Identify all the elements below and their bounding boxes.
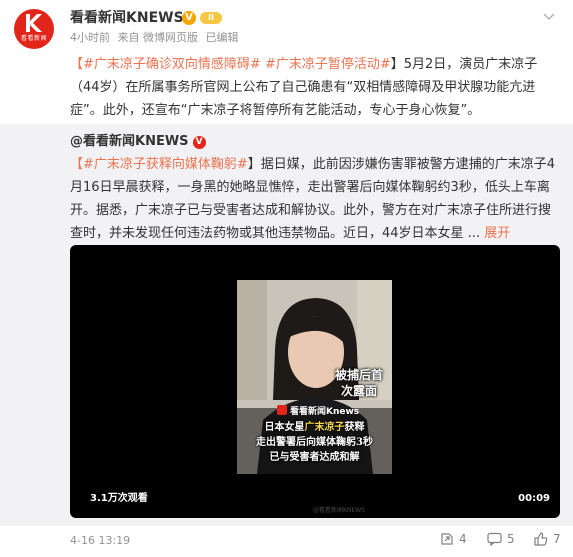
repost-author-name[interactable]: @看看新闻KNEWS (70, 134, 189, 149)
post-footer: 4-16 13:19 4 5 7 (0, 527, 573, 557)
knews-logo-icon (277, 405, 287, 415)
chevron-down-icon[interactable] (543, 11, 555, 24)
comment-button[interactable]: 5 (487, 532, 515, 547)
repost-author[interactable]: @看看新闻KNEWS V (70, 132, 206, 152)
avatar-label: 看看新闻 (20, 35, 47, 42)
footer-time[interactable]: 4-16 13:19 (70, 534, 130, 547)
video-duration: 00:09 (518, 493, 550, 504)
edited-label[interactable]: 已编辑 (206, 31, 239, 44)
hashtag-link[interactable]: 【#广末凉子确诊双向情感障碍# (70, 57, 261, 72)
subtitle-part: 获释 (344, 422, 365, 433)
repost-body: 【#广末凉子获释向媒体鞠躬#】据日媒，此前因涉嫌伤害罪被警方逮捕的广末凉子4月1… (70, 153, 558, 245)
like-count: 7 (553, 532, 561, 546)
hashtag-link[interactable]: 【#广末凉子获释向媒体鞠躬# (70, 157, 248, 172)
comment-icon (487, 532, 502, 547)
post-header: 看看新闻 看看新闻KNEWS V II 4小时前 来自 微博网页版 已编辑 (14, 9, 563, 49)
subtitle-highlight: 广末凉子 (304, 422, 345, 433)
repost-button[interactable]: 4 (440, 532, 467, 546)
post-meta: 4小时前 来自 微博网页版 已编辑 (70, 31, 243, 45)
subtitle-part: 日本女星 (264, 422, 305, 433)
video-player[interactable]: 被捕后首次露面 看看新闻Knews 日本女星广末凉子获释 走出警署后向媒体鞠躬3… (70, 245, 560, 518)
video-subtitles: 日本女星广末凉子获释 走出警署后向媒体鞠躬3秒 已与受害者达成和解 (243, 420, 386, 465)
hashtag-link[interactable]: #广末凉子暂停活动# (265, 57, 391, 72)
verified-icon: V (182, 11, 196, 25)
avatar[interactable]: 看看新闻 (14, 9, 54, 49)
knews-logo-icon (26, 14, 42, 32)
video-caption: 被捕后首次露面 (334, 368, 383, 398)
video-logo: 看看新闻Knews (277, 404, 359, 417)
repost-count: 4 (459, 532, 467, 546)
verified-icon: V (192, 136, 206, 149)
thumbs-up-icon (534, 532, 548, 546)
comment-count: 5 (507, 532, 515, 546)
view-count: 3.1万次观看 (90, 493, 148, 504)
like-button[interactable]: 7 (534, 532, 561, 546)
post-source: 来自 微博网页版 (117, 31, 199, 44)
video-watermark: @看看新闻KNEWS (313, 507, 365, 514)
video-logo-text: 看看新闻Knews (290, 407, 360, 417)
repost-card[interactable]: @看看新闻KNEWS V 【#广末凉子获释向媒体鞠躬#】据日媒，此前因涉嫌伤害罪被… (0, 124, 573, 526)
post-time[interactable]: 4小时前 (70, 31, 110, 44)
subtitle-line: 走出警署后向媒体鞠躬3秒 (256, 437, 373, 448)
post-body: 【#广末凉子确诊双向情感障碍# #广末凉子暂停活动#】5月2日，演员广末凉子（4… (70, 53, 558, 122)
expand-link[interactable]: 展开 (484, 226, 510, 241)
subtitle-line: 日本女星广末凉子获释 (243, 420, 386, 435)
repost-icon (441, 533, 453, 545)
video-frame: 被捕后首次露面 看看新闻Knews 日本女星广末凉子获释 走出警署后向媒体鞠躬3… (237, 280, 392, 474)
author-name[interactable]: 看看新闻KNEWS (70, 9, 184, 27)
level-badge: II (200, 12, 222, 24)
subtitle-line: 已与受害者达成和解 (269, 452, 360, 463)
